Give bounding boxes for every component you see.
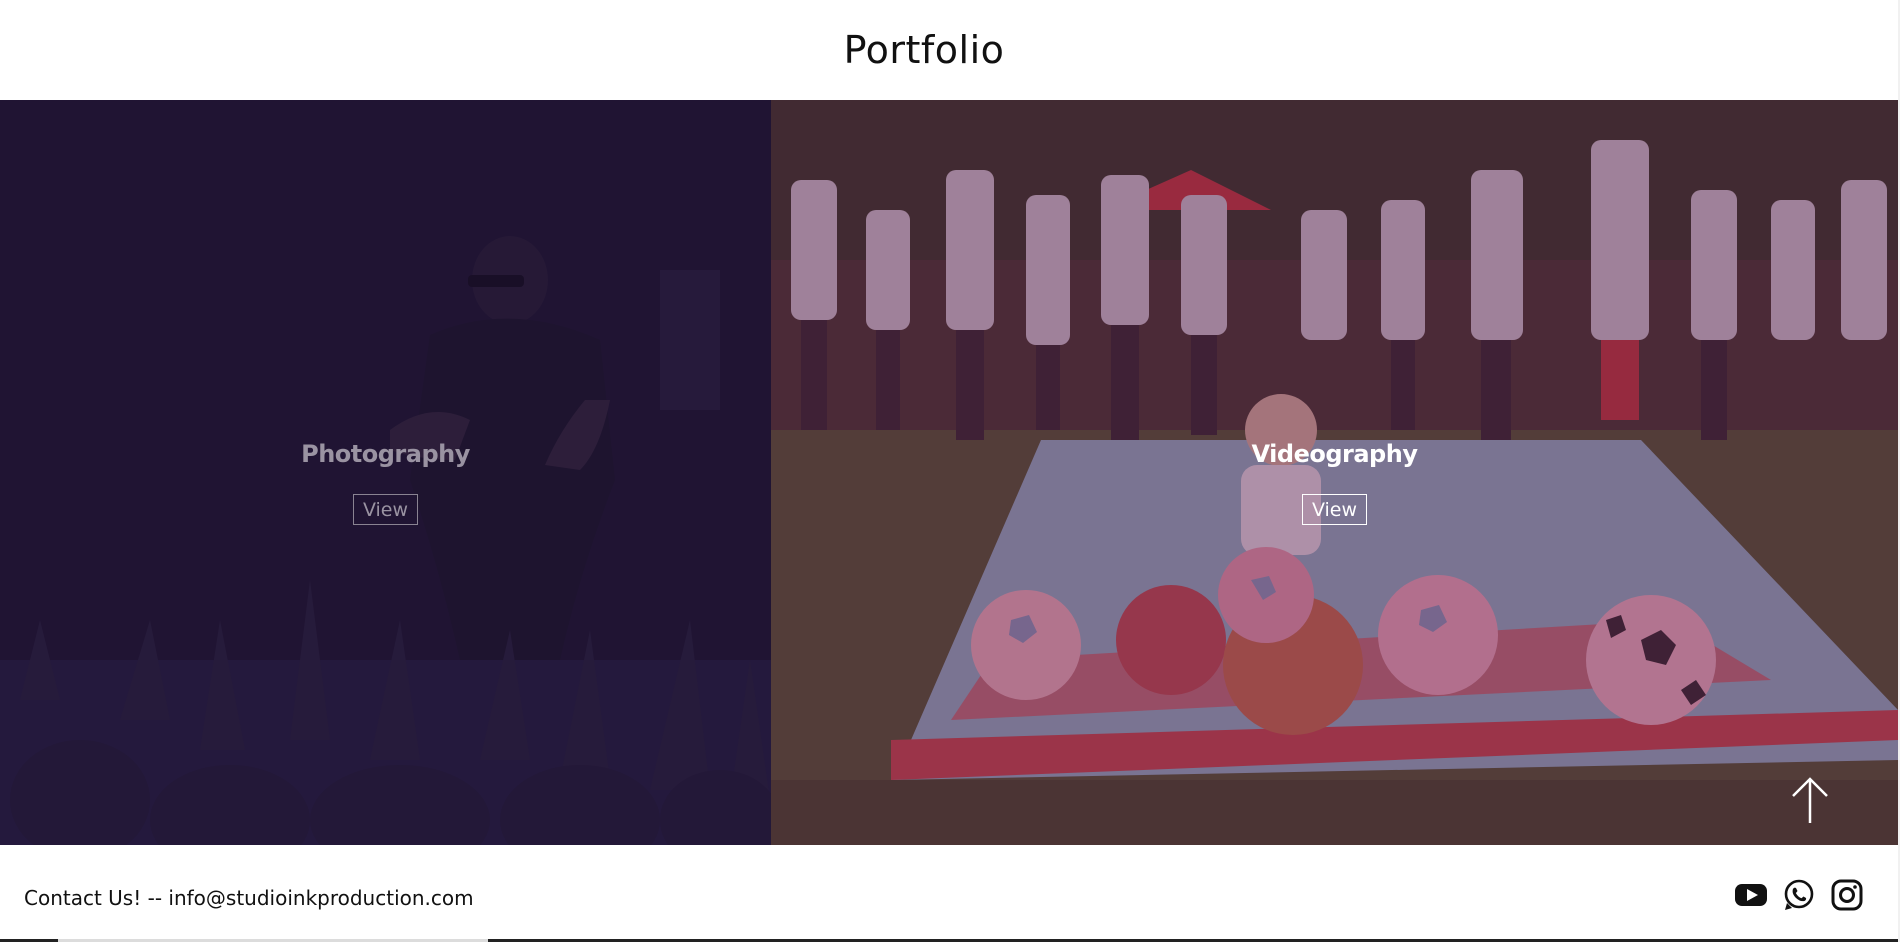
portfolio-grid: Photography View Videography View (0, 100, 1898, 845)
footer: Contact Us! -- info@studioinkproduction.… (0, 845, 1900, 942)
arrow-up-icon[interactable] (1790, 775, 1830, 825)
photography-view-button[interactable]: View (352, 494, 419, 525)
photography-label: Photography (301, 440, 470, 468)
contact-text: Contact Us! -- info@studioinkproduction.… (24, 886, 474, 910)
page-title: Portfolio (843, 28, 1005, 72)
videography-view-button[interactable]: View (1301, 494, 1368, 525)
page: Portfolio Photography View Videography V… (0, 0, 1900, 942)
photography-caption: Photography View (0, 440, 771, 525)
social-links (1734, 878, 1864, 912)
videography-label: Videography (1251, 440, 1418, 468)
videography-panel[interactable]: Videography View (771, 100, 1898, 845)
photography-panel[interactable]: Photography View (0, 100, 771, 845)
header: Portfolio (0, 0, 1900, 100)
videography-caption: Videography View (771, 440, 1898, 525)
whatsapp-icon[interactable] (1782, 878, 1816, 912)
instagram-icon[interactable] (1830, 878, 1864, 912)
youtube-icon[interactable] (1734, 878, 1768, 912)
